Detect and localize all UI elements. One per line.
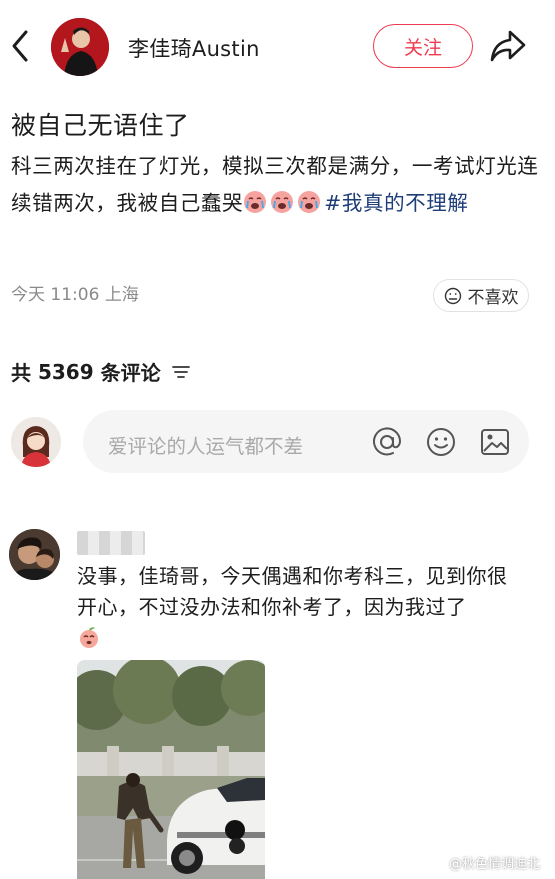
my-avatar[interactable] <box>11 417 61 467</box>
frown-face-icon <box>444 287 462 305</box>
post-time: 今天 11:06 <box>11 285 100 305</box>
comment-text: 没事，佳琦哥，今天偶遇和你考科三，见到你很开心，不过没办法和你补考了，因为我过了 <box>77 561 527 654</box>
dislike-button[interactable]: 不喜欢 <box>433 279 529 312</box>
share-button[interactable] <box>488 27 528 65</box>
weibo-logo-icon <box>428 856 446 870</box>
commenter-avatar[interactable] <box>9 529 60 580</box>
author-avatar[interactable] <box>51 18 109 76</box>
post-title: 被自己无语住了 <box>11 111 190 140</box>
sort-icon[interactable] <box>171 364 191 380</box>
comment-photo[interactable] <box>77 660 265 879</box>
back-button[interactable] <box>6 26 34 66</box>
share-arrow-icon <box>490 30 526 62</box>
post-hashtag[interactable]: #我真的不理解 <box>324 191 468 215</box>
peach-face-emoji <box>77 625 101 649</box>
at-icon[interactable] <box>371 426 403 458</box>
post-meta: 今天 11:06 上海 <box>11 280 139 305</box>
crying-face-emoji <box>270 189 294 213</box>
comment-count-suffix: 条评论 <box>100 361 161 385</box>
watermark: @秋色情调迪北 <box>428 853 540 872</box>
post-location: 上海 <box>104 285 139 305</box>
chevron-left-icon <box>12 30 28 62</box>
emoji-icon[interactable] <box>425 426 457 458</box>
comment-input[interactable]: 爱评论的人运气都不差 <box>83 410 529 473</box>
comment-count-prefix: 共 <box>11 361 31 385</box>
follow-button[interactable]: 关注 <box>373 24 473 68</box>
comment-count: 共 5369 条评论 <box>11 357 191 386</box>
crying-face-emoji <box>243 189 267 213</box>
author-name[interactable]: 李佳琦Austin <box>128 33 260 63</box>
image-icon[interactable] <box>479 426 511 458</box>
top-bar: 李佳琦Austin 关注 <box>0 0 555 92</box>
comment-count-number: 5369 <box>37 359 94 384</box>
comment-input-placeholder: 爱评论的人运气都不差 <box>108 435 304 458</box>
watermark-text: @秋色情调迪北 <box>449 857 541 872</box>
dislike-label: 不喜欢 <box>467 288 519 308</box>
comment-body: 没事，佳琦哥，今天偶遇和你考科三，见到你很开心，不过没办法和你补考了，因为我过了 <box>77 564 508 619</box>
commenter-name-blurred[interactable] <box>77 531 145 555</box>
post-body: 科三两次挂在了灯光，模拟三次都是满分，一考试灯光连续错两次，我被自己蠢哭 #我真的… <box>11 148 541 221</box>
crying-face-emoji <box>297 189 321 213</box>
